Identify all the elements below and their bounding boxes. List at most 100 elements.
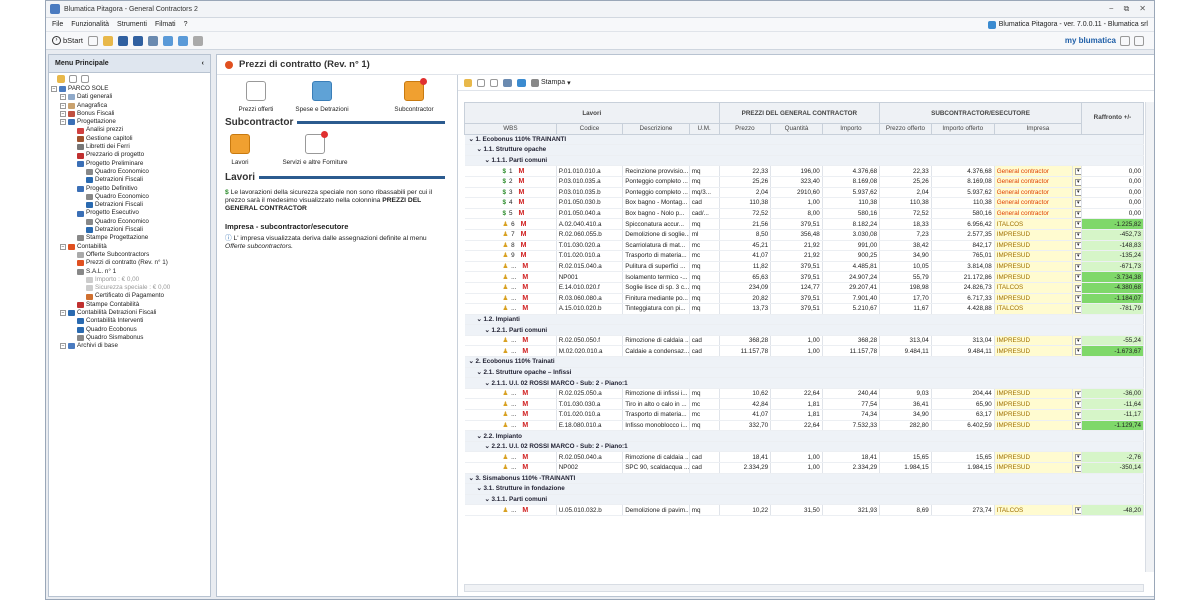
table-row[interactable]: ♟... M M.02.020.010.a Caldaie a condensaz..…: [464, 345, 1145, 358]
impresa-cell[interactable]: ITALCOS: [994, 504, 1073, 516]
col-importo[interactable]: Importo: [821, 123, 881, 135]
impresa-cell[interactable]: General contractor: [994, 208, 1073, 220]
group-row[interactable]: ⌄ 3.1. Strutture in fondazione: [464, 483, 1144, 495]
impresa-dropdown[interactable]: ▾: [1072, 409, 1082, 421]
impresa-cell[interactable]: IMPRESUD: [994, 388, 1073, 400]
expander-icon[interactable]: −: [60, 119, 66, 126]
col-impresa[interactable]: Impresa: [993, 123, 1082, 135]
impresa-cell[interactable]: ITALCOS: [994, 303, 1073, 315]
col-descrizione[interactable]: Descrizione: [622, 123, 690, 135]
print-icon[interactable]: [148, 35, 159, 46]
impresa-cell[interactable]: General contractor: [994, 197, 1073, 209]
impresa-cell[interactable]: IMPRESUD: [994, 261, 1073, 273]
tree-item[interactable]: Contabilità Interventi: [51, 317, 210, 325]
group-row[interactable]: ⌄ 1.2. Impianti: [464, 314, 1144, 326]
group-row[interactable]: ⌄ 1.2.1. Parti comuni: [464, 324, 1144, 336]
group-row[interactable]: ⌄ 1.1.1. Parti comuni: [464, 155, 1144, 167]
expander-icon[interactable]: −: [60, 243, 66, 250]
col-wbs[interactable]: WBS: [464, 123, 557, 135]
tree-item[interactable]: Detrazioni Fiscali: [51, 201, 210, 209]
tree-item[interactable]: Detrazioni Fiscali: [51, 176, 210, 184]
collapse-icon[interactable]: [490, 78, 498, 87]
expander-icon[interactable]: −: [60, 94, 66, 101]
expander-icon[interactable]: −: [51, 86, 57, 93]
tree-tool-icon[interactable]: [57, 75, 65, 83]
impresa-cell[interactable]: IMPRESUD: [994, 293, 1073, 305]
tree-item[interactable]: Quadro Economico: [51, 218, 210, 226]
impresa-dropdown[interactable]: ▾: [1072, 335, 1082, 347]
impresa-dropdown[interactable]: ▾: [1072, 165, 1082, 177]
table-row[interactable]: ♟... M A.15.010.020.b Tinteggiatura con pi.…: [464, 303, 1145, 315]
impresa-cell[interactable]: IMPRESUD: [994, 250, 1073, 262]
save-icon[interactable]: [118, 35, 129, 46]
tree-item[interactable]: Stampe Contabilità: [51, 301, 210, 309]
impresa-dropdown[interactable]: ▾: [1072, 271, 1082, 283]
table-row[interactable]: ♟... M R.03.060.080.a Finitura mediante po.…: [464, 293, 1145, 305]
impresa-dropdown[interactable]: ▾: [1072, 176, 1082, 188]
col-codice[interactable]: Codice: [555, 123, 624, 135]
tree-item[interactable]: Progetto Preliminare: [51, 160, 210, 168]
tree-item[interactable]: Quadro Sismabonus: [51, 334, 210, 342]
impresa-dropdown[interactable]: ▾: [1072, 420, 1082, 432]
expander-icon[interactable]: −: [60, 102, 66, 109]
table-row[interactable]: ♟... M T.01.030.030.a Tiro in alto o calo i…: [464, 398, 1145, 411]
group-row[interactable]: ⌄ 3.1.1. Parti comuni: [464, 494, 1144, 506]
table-row[interactable]: ♟ 9 M T.01.020.010.a Trasporto di materia...…: [464, 250, 1145, 262]
tree-item[interactable]: − Progettazione: [51, 118, 210, 126]
minimize-icon[interactable]: −: [1109, 4, 1114, 14]
tree-item[interactable]: Quadro Economico: [51, 168, 210, 176]
impresa-dropdown[interactable]: ▾: [1072, 388, 1082, 400]
horizontal-scrollbar[interactable]: [464, 584, 1144, 592]
group-row[interactable]: ⌄ 2.1. Strutture opache – Infissi: [464, 367, 1144, 379]
tree-item[interactable]: Offerte Subcontractors: [51, 251, 210, 259]
table-row[interactable]: ♟ 8 M T.01.030.020.a Scarriolatura di mat...…: [464, 240, 1145, 252]
tree-item[interactable]: − PARCO SOLE: [51, 85, 210, 93]
impresa-cell[interactable]: General contractor: [994, 176, 1073, 188]
home-icon[interactable]: [178, 35, 189, 46]
col-quantita[interactable]: Quantità: [770, 123, 823, 135]
impresa-dropdown[interactable]: ▾: [1072, 282, 1082, 294]
tree-item[interactable]: − Dati generali: [51, 93, 210, 101]
group-row[interactable]: ⌄ 2.1.1. U.I. 02 ROSSI MARCO - Sub: 2 - …: [464, 377, 1144, 389]
table-row[interactable]: $5 M P.01.050.040.a Box bagno - Nolo p... ca…: [464, 208, 1145, 220]
table-row[interactable]: ♟... M NP001 Isolamento termico -... mq 65,63…: [464, 271, 1145, 283]
impresa-cell[interactable]: IMPRESUD: [994, 240, 1073, 252]
tree-item[interactable]: − Anagrafica: [51, 102, 210, 110]
tree-item[interactable]: Libretti dei Ferri: [51, 143, 210, 151]
expander-icon[interactable]: −: [60, 310, 66, 317]
export-icon[interactable]: [517, 78, 526, 87]
impresa-cell[interactable]: IMPRESUD: [994, 409, 1073, 421]
group-row[interactable]: ⌄ 1. Ecobonus 110% TRAINANTI: [464, 134, 1144, 146]
tree-item[interactable]: Quadro Economico: [51, 193, 210, 201]
table-row[interactable]: ♟... M R.02.050.050.f Rimozione di caldaia …: [464, 335, 1145, 347]
impresa-cell[interactable]: ITALCOS: [994, 218, 1073, 230]
bstart-button[interactable]: › bStart: [52, 36, 83, 45]
col-importo-offerto[interactable]: Importo offerto: [930, 123, 995, 135]
impresa-cell[interactable]: IMPRESUD: [994, 229, 1073, 241]
impresa-cell[interactable]: IMPRESUD: [994, 420, 1073, 432]
impresa-cell[interactable]: General contractor: [994, 187, 1073, 199]
collapse-all-icon[interactable]: [81, 75, 89, 83]
table-row[interactable]: $2 M P.03.010.035.a Ponteggio completo ... m…: [464, 176, 1145, 188]
menu-file[interactable]: File: [52, 21, 63, 28]
table-row[interactable]: $1 M P.01.010.010.a Recinzione provvisio...…: [464, 165, 1145, 177]
table-row[interactable]: $4 M P.01.050.030.b Box bagno - Montag... ca…: [464, 197, 1145, 209]
subcontractor-button[interactable]: Subcontractor: [383, 78, 445, 113]
impresa-dropdown[interactable]: ▾: [1072, 187, 1082, 199]
impresa-cell[interactable]: IMPRESUD: [994, 335, 1073, 347]
tool-icon[interactable]: [464, 78, 472, 87]
table-row[interactable]: ♟... M R.02.050.040.a Rimozione di caldaia …: [464, 451, 1145, 463]
table-row[interactable]: ♟... M E.14.010.020.f Soglie lisce di sp. 3…: [464, 282, 1145, 294]
vertical-scrollbar[interactable]: [1145, 102, 1154, 572]
table-row[interactable]: ♟... M T.01.020.010.a Trasporto di materia.…: [464, 409, 1145, 421]
impresa-dropdown[interactable]: ▾: [1072, 504, 1082, 516]
group-row[interactable]: ⌄ 2. Ecobonus 110% Trainati: [464, 356, 1144, 368]
menu-strumenti[interactable]: Strumenti: [117, 21, 147, 28]
impresa-dropdown[interactable]: ▾: [1072, 229, 1082, 241]
spese-detrazioni-button[interactable]: Spese e Detrazioni: [291, 81, 353, 113]
group-row[interactable]: ⌄ 2.2.1. U.I. 02 ROSSI MARCO - Sub: 2 - …: [464, 441, 1144, 453]
table-row[interactable]: ♟... M U.05.010.032.b Demolizione di pavim.…: [464, 504, 1145, 516]
menu-filmati[interactable]: Filmati: [155, 21, 176, 28]
impresa-dropdown[interactable]: ▾: [1072, 398, 1082, 411]
tree-item[interactable]: − Contabilità Detrazioni Fiscali: [51, 309, 210, 317]
